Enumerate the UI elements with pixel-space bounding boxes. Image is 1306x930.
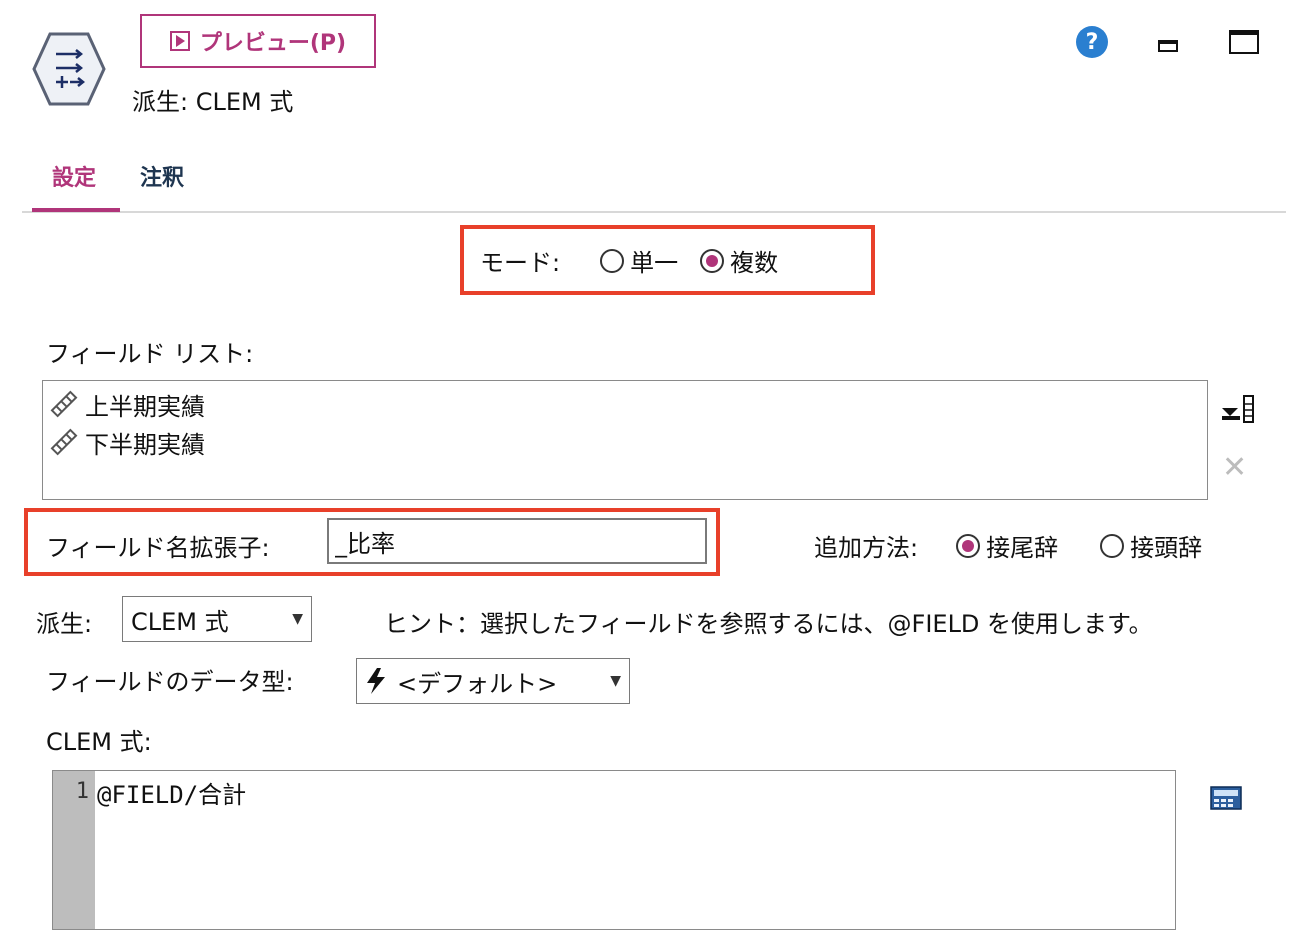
mode-multiple-radio[interactable] bbox=[700, 248, 725, 273]
preview-button[interactable]: プレビュー(P) bbox=[140, 14, 376, 68]
node-title: 派生: CLEM 式 bbox=[132, 88, 294, 116]
tab-annotations[interactable]: 注釈 bbox=[140, 160, 184, 192]
suffix-label: 接尾辞 bbox=[986, 534, 1059, 562]
derive-node-icon bbox=[32, 32, 106, 106]
suffix-radio[interactable] bbox=[956, 533, 981, 558]
field-name: 上半期実績 bbox=[85, 392, 205, 421]
field-list[interactable]: 上半期実績 下半期実績 bbox=[42, 380, 1208, 500]
field-type-select[interactable]: <デフォルト> ▼ bbox=[356, 658, 630, 704]
add-method-label: 追加方法: bbox=[814, 534, 919, 562]
mode-multiple-label: 複数 bbox=[730, 249, 779, 277]
field-type-value: <デフォルト> bbox=[397, 669, 558, 698]
clem-editor[interactable]: 1 @FIELD/合計 bbox=[52, 770, 1176, 930]
help-icon[interactable]: ? bbox=[1076, 26, 1108, 58]
mode-label: モード: bbox=[480, 249, 561, 277]
hint-text: ヒント：選択したフィールドを参照するには、@FIELD を使用します。 bbox=[384, 610, 1153, 638]
prefix-radio[interactable] bbox=[1100, 533, 1125, 558]
derive-label: 派生: bbox=[36, 610, 93, 638]
mode-single-label: 単一 bbox=[630, 249, 679, 277]
tab-divider bbox=[22, 211, 1286, 213]
tab-settings[interactable]: 設定 bbox=[52, 160, 96, 192]
maximize-icon[interactable] bbox=[1229, 30, 1259, 54]
play-icon bbox=[169, 31, 190, 51]
mode-single-radio[interactable] bbox=[600, 248, 625, 273]
continuous-field-icon bbox=[50, 390, 78, 418]
line-gutter: 1 bbox=[53, 771, 95, 929]
clem-code: @FIELD/合計 bbox=[97, 781, 247, 809]
field-picker-icon[interactable] bbox=[1220, 394, 1256, 424]
add-method-row: 追加方法: 接尾辞 接頭辞 bbox=[814, 528, 1202, 563]
list-item[interactable]: 上半期実績 bbox=[49, 385, 1201, 423]
mode-row: モード: 単一 複数 bbox=[480, 243, 778, 278]
list-item[interactable]: 下半期実績 bbox=[49, 423, 1201, 461]
minimize-icon[interactable] bbox=[1158, 40, 1178, 52]
lightning-icon bbox=[367, 668, 385, 694]
chevron-down-icon: ▼ bbox=[610, 673, 621, 689]
extension-label: フィールド名拡張子: bbox=[46, 534, 270, 562]
field-type-label: フィールドのデータ型: bbox=[46, 668, 294, 696]
derive-type-value: CLEM 式 bbox=[131, 607, 229, 636]
line-number: 1 bbox=[75, 779, 89, 804]
derive-type-select[interactable]: CLEM 式 ▼ bbox=[122, 596, 312, 642]
field-name: 下半期実績 bbox=[85, 430, 205, 459]
active-tab-indicator bbox=[32, 208, 120, 212]
field-list-label: フィールド リスト: bbox=[46, 340, 254, 368]
expression-builder-icon[interactable] bbox=[1210, 786, 1242, 810]
preview-label: プレビュー(P) bbox=[199, 31, 347, 56]
continuous-field-icon bbox=[50, 428, 78, 456]
prefix-label: 接頭辞 bbox=[1130, 534, 1203, 562]
clem-label: CLEM 式: bbox=[46, 728, 152, 756]
chevron-down-icon: ▼ bbox=[292, 611, 303, 627]
delete-icon[interactable]: ✕ bbox=[1222, 450, 1247, 485]
extension-input[interactable] bbox=[327, 518, 707, 564]
